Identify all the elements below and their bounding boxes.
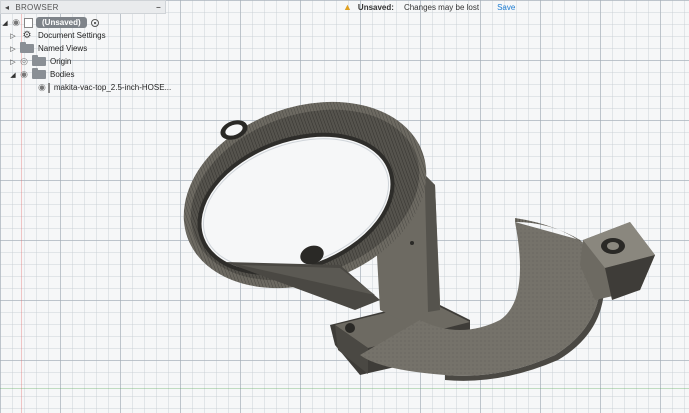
gear-icon: ⚙ (22, 30, 32, 41)
body-icon (47, 82, 50, 93)
expand-right-icon[interactable]: ▷ (8, 58, 18, 66)
unsaved-banner: ▲ Unsaved: Changes may be lost Save (343, 0, 515, 14)
tree-item-bodies[interactable]: ◢ ◉ Bodies (0, 68, 168, 81)
tree-item-label: Named Views (38, 44, 88, 53)
unsaved-title: Unsaved: (357, 2, 394, 12)
expand-right-icon[interactable]: ▷ (8, 45, 18, 53)
folder-icon (32, 55, 46, 66)
activate-radio-icon[interactable] (90, 18, 99, 27)
unsaved-message: Changes may be lost (403, 2, 480, 12)
tree-item-label: Document Settings (38, 31, 106, 40)
ring-gusset (225, 262, 380, 310)
tree-item-label: Bodies (50, 70, 75, 79)
eye-icon[interactable]: ◎ (18, 56, 30, 67)
tree-root[interactable]: ◢ ◉ (Unsaved) (0, 16, 168, 29)
tree-item-origin[interactable]: ▷ ◎ Origin (0, 55, 168, 68)
expand-down-icon[interactable]: ◢ (0, 19, 10, 27)
warning-icon: ▲ (343, 2, 352, 12)
hook-end-block (580, 222, 655, 300)
root-label: (Unsaved) (36, 17, 87, 28)
folder-icon (32, 68, 46, 79)
folder-icon (20, 42, 34, 53)
minimize-icon[interactable]: − (156, 3, 161, 12)
tree-item-named-views[interactable]: ▷ Named Views (0, 42, 168, 55)
tree-item-label: makita-vac-top_2.5-inch-HOSE... (53, 83, 172, 92)
eye-icon[interactable]: ◉ (10, 17, 22, 28)
collapse-arrow-icon[interactable]: ◂ (5, 3, 9, 12)
eye-icon[interactable]: ◉ (18, 69, 30, 80)
browser-panel: ◂ BROWSER − ◢ ◉ (Unsaved) ▷ ⚙ Document S… (0, 0, 172, 94)
tree-item-document-settings[interactable]: ▷ ⚙ Document Settings (0, 29, 168, 42)
save-link[interactable]: Save (497, 3, 515, 12)
document-icon (24, 17, 33, 28)
tree-item-body[interactable]: ◉ makita-vac-top_2.5-inch-HOSE... (0, 81, 172, 94)
tree-item-label: Origin (50, 57, 72, 66)
browser-header[interactable]: ◂ BROWSER − (0, 0, 166, 14)
browser-title: BROWSER (15, 2, 59, 12)
expand-right-icon[interactable]: ▷ (8, 32, 18, 40)
expand-down-icon[interactable]: ◢ (8, 71, 18, 79)
eye-icon[interactable]: ◉ (38, 82, 46, 93)
